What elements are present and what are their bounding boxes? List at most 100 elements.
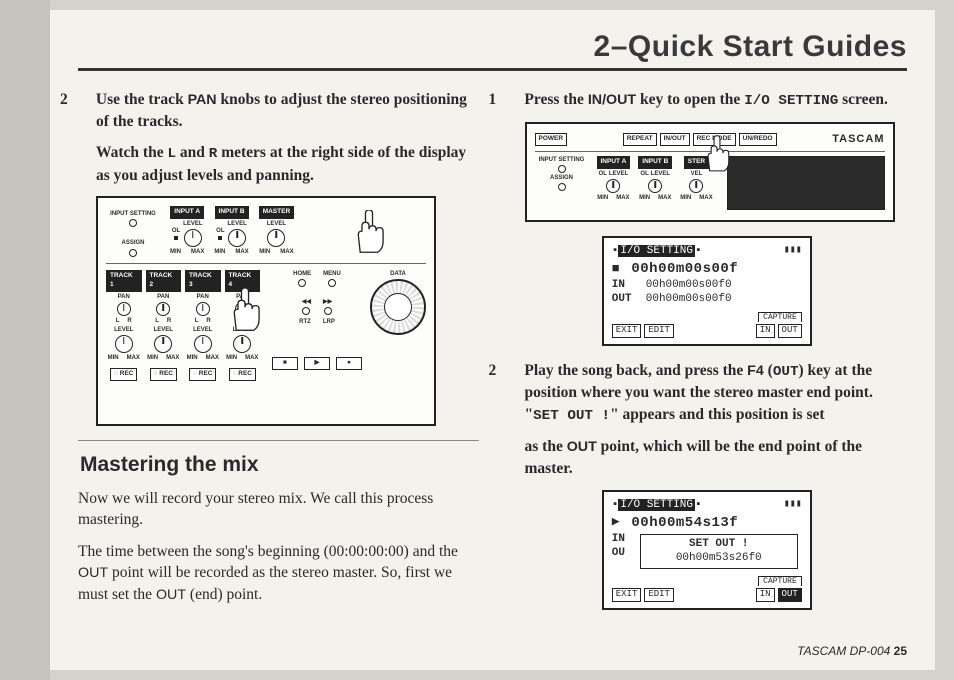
mastering-para-1: Now we will record your stereo mix. We c… [78, 488, 479, 531]
left-column: 2 Use the track PAN knobs to adjust the … [78, 89, 479, 624]
assign-button [129, 249, 137, 257]
footer-brand: TASCAM DP-004 [797, 644, 893, 658]
battery-icon: ▮▮▮ [784, 244, 802, 257]
capture-label: CAPTURE [758, 312, 802, 322]
right-step-2: 2 Play the song back, and press the F4 (… [525, 360, 908, 427]
set-out-time: 00h00m53s26f0 [645, 551, 793, 565]
out-label: OUT [156, 587, 186, 603]
input-a-knob [606, 179, 620, 193]
master-knob [689, 179, 703, 193]
assign-label: ASSIGN [121, 239, 144, 247]
input-b-level-knob [228, 229, 246, 247]
out-label: OUT [567, 439, 597, 455]
assign-button [558, 183, 566, 191]
track-3-label: TRACK 3 [185, 270, 221, 292]
input-setting-label: INPUT SETTING [539, 156, 585, 164]
page-title: 2–Quick Start Guides [78, 30, 907, 64]
power-button: POWER [535, 133, 568, 146]
pan-label: PAN [188, 92, 217, 108]
input-a-label: INPUT A [170, 206, 204, 219]
recmode-button: REC MODE [693, 133, 736, 146]
lcd-time: 00h00m00s00f [631, 260, 738, 278]
page-number: 25 [894, 644, 907, 658]
f4-key-label: F4 [747, 363, 764, 379]
master-label: STER [684, 156, 709, 169]
lcd-btn-edit: EDIT [644, 324, 674, 338]
input-setting-button [129, 219, 137, 227]
page-footer: TASCAM DP-004 25 [797, 644, 907, 658]
page-header: 2–Quick Start Guides [78, 30, 907, 71]
lcd-btn-out: OUT [778, 324, 802, 338]
track-4-level-knob [233, 335, 251, 353]
track-3-rec: ○ REC [189, 368, 216, 381]
lcd-title: I/O SETTING [618, 499, 695, 511]
play-button: ▶ [304, 357, 330, 370]
ff-button [324, 307, 332, 315]
track-1-label: TRACK 1 [106, 270, 142, 292]
home-button [298, 279, 306, 287]
left-step-2: 2 Use the track PAN knobs to adjust the … [96, 89, 479, 132]
track-2-rec: ○ REC [150, 368, 177, 381]
figure-mixer-panel: INPUT SETTING ASSIGN INPUT A OL LEVEL MI… [96, 196, 436, 426]
set-out-popup: SET OUT ! [645, 537, 793, 551]
out-mono-label: OUT [773, 364, 799, 380]
step-number: 1 [507, 89, 521, 110]
page-content: 2–Quick Start Guides 2 Use the track PAN… [50, 10, 935, 670]
input-b-label: INPUT B [215, 206, 249, 219]
right-step-2-continued: as the OUT point, which will be the end … [525, 436, 908, 479]
section-heading: Mastering the mix [80, 451, 479, 480]
lcd-in-value: 00h00m00s00f0 [646, 278, 732, 292]
track-1-pan-knob [117, 302, 131, 316]
track-4-rec: ○ REC [229, 368, 256, 381]
repeat-button: REPEAT [623, 133, 657, 146]
input-setting-label: INPUT SETTING [110, 210, 156, 218]
step-number: 2 [507, 360, 521, 381]
step-watch-text: Watch the L and R meters at the right si… [96, 142, 479, 186]
mastering-para-2: The time between the song's beginning (0… [78, 541, 479, 606]
stop-button: ■ [272, 357, 298, 370]
data-label: DATA [390, 270, 406, 278]
inout-button: IN/OUT [660, 133, 690, 146]
data-jog-wheel [370, 279, 426, 335]
lcd-btn-in: IN [756, 588, 775, 602]
master-level-knob [267, 229, 285, 247]
set-out-label: SET OUT ! [533, 408, 610, 424]
lcd-btn-exit: EXIT [612, 324, 642, 338]
lcd-btn-in: IN [756, 324, 775, 338]
lcd-out-value: 00h00m00s00f0 [646, 292, 732, 306]
track-3-level-knob [194, 335, 212, 353]
lcd-screen-io-setting-1: ▮▮▮ ▪I/O SETTING▪ ■ 00h00m00s00f IN00h00… [602, 236, 812, 346]
track-2-level-knob [154, 335, 172, 353]
track-1-rec: ○ REC [110, 368, 137, 381]
track-1-level-knob [115, 335, 133, 353]
input-a-level-knob [184, 229, 202, 247]
figure-top-panel: POWER REPEAT IN/OUT REC MODE UN/REDO TAS… [525, 122, 895, 222]
input-setting-button [558, 165, 566, 173]
lcd-btn-edit: EDIT [644, 588, 674, 602]
track-2-label: TRACK 2 [146, 270, 182, 292]
ol-led [218, 236, 222, 240]
right-column: 1 Press the IN/OUT key to open the I/O S… [507, 89, 908, 624]
menu-button [328, 279, 336, 287]
lcd-btn-out: OUT [778, 588, 802, 602]
io-setting-label: I/O SETTING [744, 93, 838, 109]
track-3-pan-knob [196, 302, 210, 316]
ol-led [174, 236, 178, 240]
page-margin-stripe [0, 0, 50, 680]
unredo-button: UN/REDO [739, 133, 777, 146]
input-b-label: INPUT B [638, 156, 672, 169]
record-button: ● [336, 357, 362, 370]
lcd-time: 00h00m54s13f [631, 514, 738, 532]
two-column-layout: 2 Use the track PAN knobs to adjust the … [78, 89, 907, 624]
track-2-pan-knob [156, 302, 170, 316]
lcd-btn-exit: EXIT [612, 588, 642, 602]
battery-icon: ▮▮▮ [784, 498, 802, 511]
assign-label: ASSIGN [550, 174, 573, 182]
section-divider [78, 440, 479, 441]
lcd-screen-io-setting-2: ▮▮▮ ▪I/O SETTING▪ ▶ 00h00m54s13f IN OU S… [602, 490, 812, 610]
step-text: Use the track [96, 91, 188, 108]
input-b-knob [648, 179, 662, 193]
rew-button [302, 307, 310, 315]
tascam-logo: TASCAM [832, 132, 884, 147]
inout-key-label: IN/OUT [588, 92, 636, 108]
